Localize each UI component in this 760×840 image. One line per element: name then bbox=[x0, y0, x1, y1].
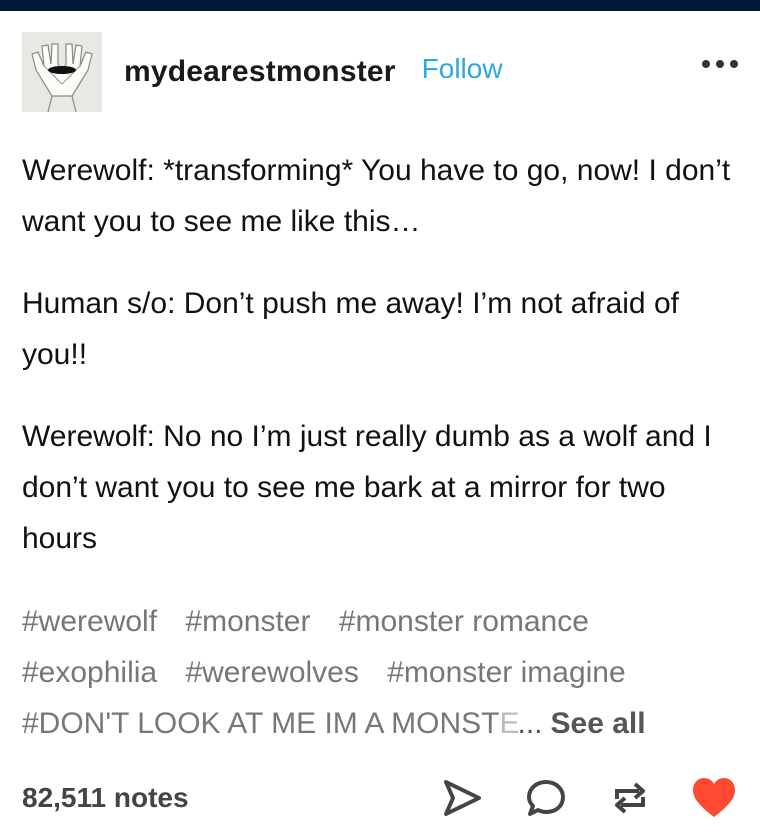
post-actions bbox=[438, 774, 738, 822]
notes-count[interactable]: 82,511 notes bbox=[22, 782, 189, 814]
tag-link[interactable]: #monster bbox=[185, 605, 310, 638]
tags-ellipsis: ... bbox=[517, 707, 543, 740]
follow-button[interactable]: Follow bbox=[422, 53, 503, 85]
see-all-tags-button[interactable]: See all bbox=[551, 707, 646, 740]
avatar[interactable] bbox=[22, 32, 102, 112]
username-link[interactable]: mydearestmonster bbox=[124, 55, 396, 89]
post-body: Werewolf: *transforming* You have to go,… bbox=[22, 145, 738, 595]
tag-list: #werewolf #monster #monster romance #exo… bbox=[22, 596, 738, 749]
tag-link[interactable]: #exophilia bbox=[22, 656, 157, 689]
send-icon[interactable] bbox=[438, 774, 486, 822]
post-footer: 82,511 notes bbox=[22, 770, 738, 826]
tag-link[interactable]: #monster imagine bbox=[387, 656, 625, 689]
reblog-icon[interactable] bbox=[606, 774, 654, 822]
tag-link[interactable]: #werewolf bbox=[22, 605, 157, 638]
tag-link-truncated[interactable]: #DON'T LOOK AT ME IM A MONSTE bbox=[22, 707, 520, 740]
heart-icon[interactable] bbox=[690, 774, 738, 822]
top-bar bbox=[0, 0, 760, 11]
post-header: mydearestmonster Follow bbox=[22, 32, 738, 112]
reply-bubble-icon[interactable] bbox=[522, 774, 570, 822]
post-paragraph: Werewolf: *transforming* You have to go,… bbox=[22, 154, 731, 238]
more-options-icon[interactable] bbox=[702, 60, 738, 68]
post-paragraph: Human s/o: Don’t push me away! I’m not a… bbox=[22, 287, 679, 371]
post-paragraph: Werewolf: No no I’m just really dumb as … bbox=[22, 420, 712, 555]
tag-link[interactable]: #werewolves bbox=[185, 656, 358, 689]
tag-link[interactable]: #monster romance bbox=[339, 605, 589, 638]
